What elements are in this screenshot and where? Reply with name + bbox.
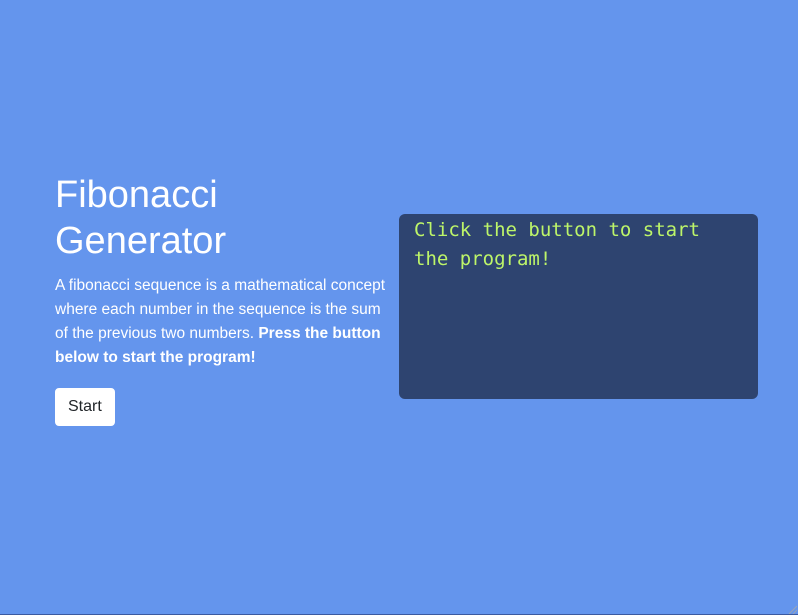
start-button[interactable]: Start [55,388,115,426]
page-title-line-2: Generator [55,220,227,262]
resize-grip-icon[interactable] [787,604,797,614]
description: A fibonacci sequence is a mathematical c… [55,274,390,370]
output-console: Click the button to start the program! [399,214,758,399]
page-title: Fibonacci Generator [55,172,285,264]
console-output-text: Click the button to start the program! [414,219,712,270]
page-title-line-1: Fibonacci [55,174,218,216]
intro-panel: Fibonacci Generator A fibonacci sequence… [55,172,395,426]
